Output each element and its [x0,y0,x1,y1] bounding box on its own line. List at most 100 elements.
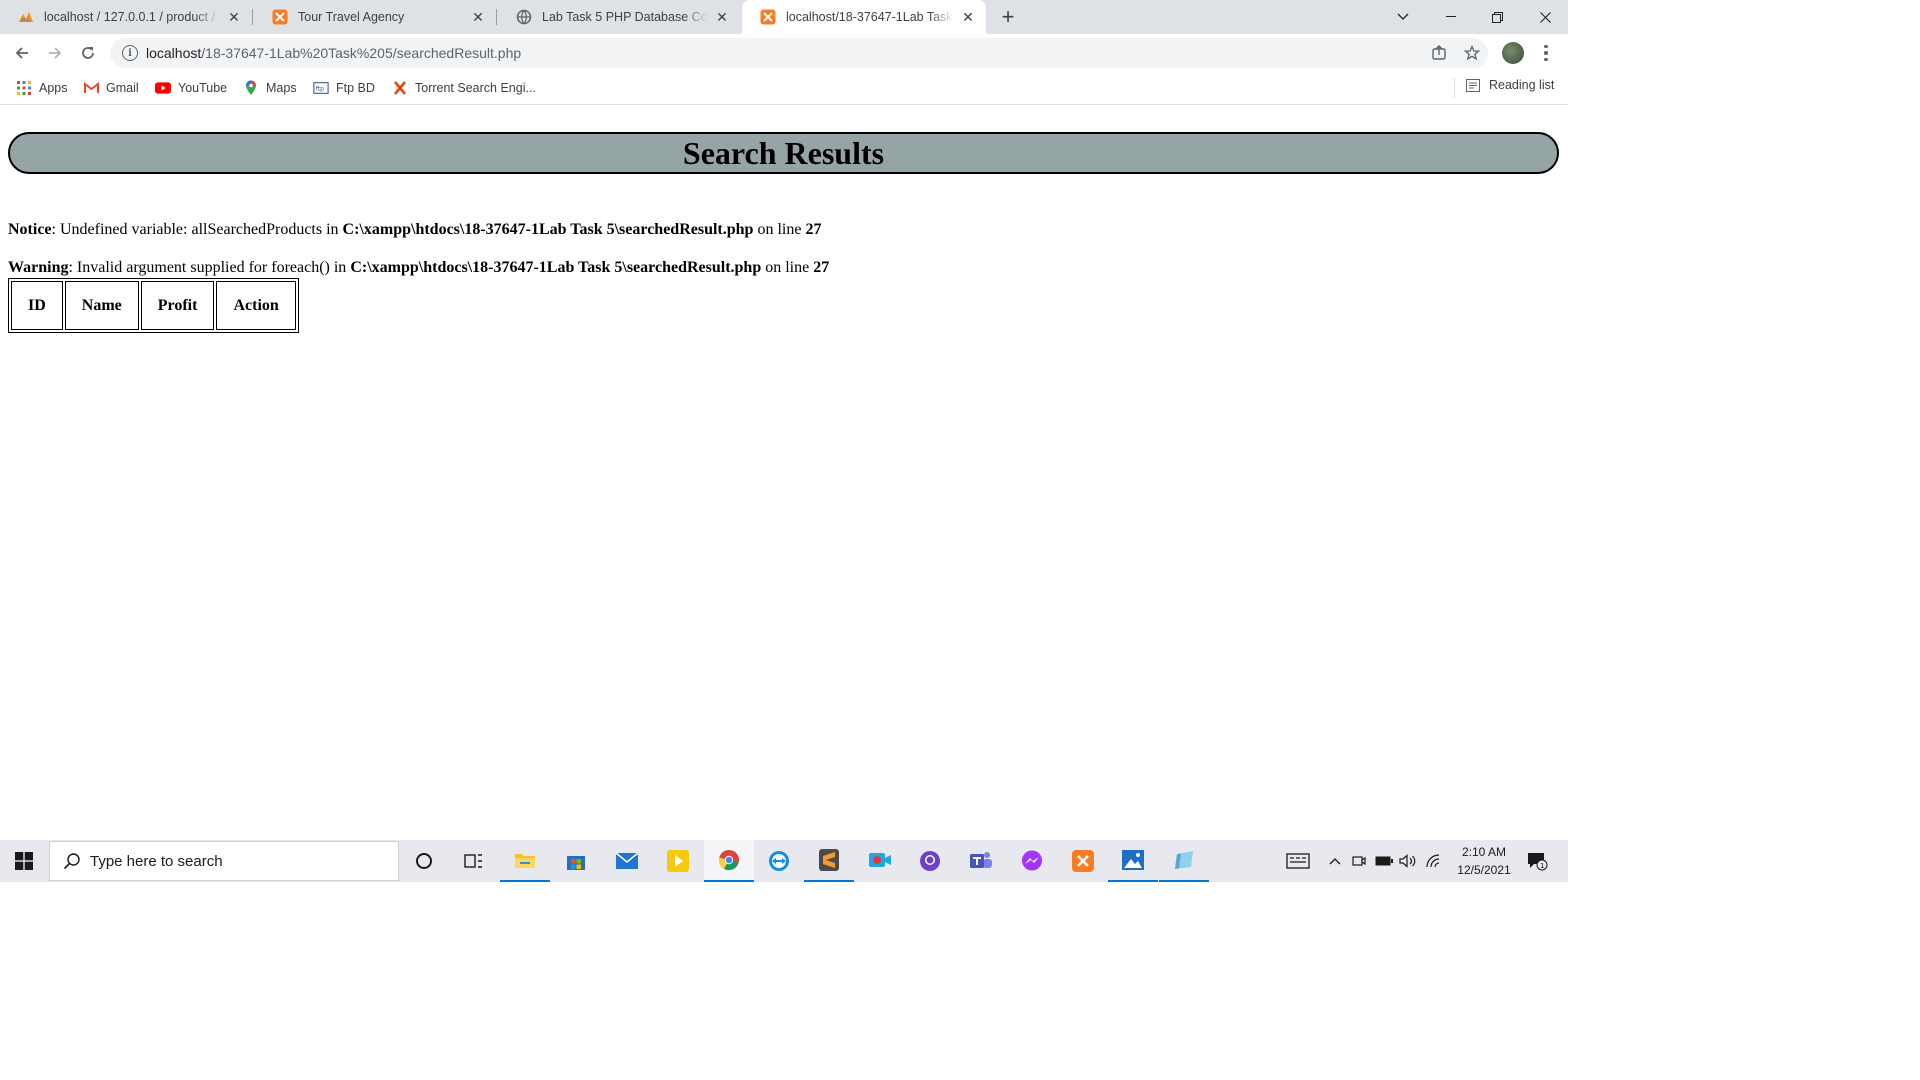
clock-time: 2:10 AM [1461,845,1507,859]
tab-lab-task[interactable]: Lab Task 5 PHP Database Connec ✕ [498,0,740,34]
site-info-icon[interactable]: i [122,45,138,61]
svg-text:ftp: ftp [316,86,325,93]
column-header-id: ID [11,281,63,330]
kmplayer-icon[interactable] [653,840,703,882]
tab-strip: PMA localhost / 127.0.0.1 / product / p … [0,0,1568,34]
bookmark-youtube[interactable]: YouTube [155,78,227,98]
column-header-profit: Profit [140,281,215,330]
maps-pin-icon [243,80,259,96]
reading-list-label: Reading list [1489,78,1555,92]
notice-line-text: on line [753,221,806,238]
start-button[interactable] [0,840,48,882]
notice-text: : Undefined variable: allSearchedProduct… [51,221,343,238]
ftp-icon: ftp [313,80,329,96]
new-tab-button[interactable]: + [996,4,1020,29]
restore-button[interactable] [1474,0,1520,34]
xampp-icon[interactable] [1058,840,1108,882]
url-host: localhost [146,45,202,61]
taskbar-search-input[interactable]: Type here to search [49,841,399,881]
tab-search-chevron-icon[interactable] [1380,0,1426,34]
bookmark-star-icon[interactable] [1460,41,1484,65]
xampp-icon [272,9,288,25]
search-placeholder: Type here to search [90,852,223,870]
table-header-row: ID Name Profit Action [11,281,296,330]
page-title: Search Results [682,134,885,171]
tab-searched-result[interactable]: localhost/18-37647-1Lab Task 5/s ✕ [742,0,986,34]
notice-line-number: 27 [805,221,822,238]
youtube-icon [155,80,171,96]
tab-divider [496,9,497,25]
volume-icon[interactable] [1398,840,1418,882]
windows-logo-icon [15,852,33,870]
bookmark-label: Torrent Search Engi... [415,81,536,95]
bookmark-torrent[interactable]: Torrent Search Engi... [392,78,536,98]
tab-tour-travel[interactable]: Tour Travel Agency ✕ [254,0,496,34]
reading-list-icon [1466,78,1480,92]
cortana-icon[interactable] [399,840,449,882]
share-icon[interactable] [1427,41,1451,65]
meet-now-icon[interactable] [1350,840,1368,882]
address-bar[interactable]: i localhost/18-37647-1Lab%20Task%205/sea… [110,38,1488,68]
bookmark-label: Maps [266,81,297,95]
bookmarks-bar: Apps Gmail YouTube Maps ftp Ftp BD Torre… [0,72,1568,105]
chrome-icon[interactable] [704,840,754,882]
windows-taskbar: Type here to search 1 [0,840,1568,882]
wifi-icon[interactable] [1424,840,1444,882]
apps-grid-icon [16,80,32,96]
clock-date: 12/5/2021 [1457,863,1511,877]
close-icon[interactable]: ✕ [226,9,242,25]
bookmark-ftp-bd[interactable]: ftp Ftp BD [313,78,375,98]
notification-center-icon[interactable]: 1 [1522,840,1552,882]
xampp-icon [760,9,776,25]
microsoft-teams-icon[interactable] [956,840,1006,882]
gmail-icon [83,80,99,96]
bookmark-gmail[interactable]: Gmail [83,78,139,98]
warning-file-path: C:\xampp\htdocs\18-37647-1Lab Task 5\sea… [350,259,762,276]
task-view-icon[interactable] [449,840,499,882]
address-url: localhost/18-37647-1Lab%20Task%205/searc… [146,45,521,61]
battery-icon[interactable] [1374,840,1394,882]
bookmark-maps[interactable]: Maps [243,78,297,98]
notepad-icon[interactable] [1159,840,1209,882]
tab-title: localhost/18-37647-1Lab Task 5/s [786,10,954,24]
minimize-button[interactable] [1428,0,1474,34]
close-icon[interactable]: ✕ [470,9,486,25]
svg-text:PMA: PMA [21,18,30,23]
close-icon[interactable]: ✕ [960,9,976,25]
search-results-banner: Search Results [8,132,1559,174]
photos-icon[interactable] [1108,840,1158,882]
bookmarks-divider [1454,78,1455,98]
column-header-action: Action [216,281,296,330]
reading-list-button[interactable]: Reading list [1466,78,1554,92]
browser-menu-icon[interactable] [1536,41,1556,65]
forward-button[interactable] [43,41,67,65]
reload-button[interactable] [76,41,100,65]
bookmark-label: Ftp BD [336,81,375,95]
camera-app-icon[interactable] [855,840,905,882]
github-desktop-icon[interactable] [905,840,955,882]
mail-icon[interactable] [602,840,652,882]
php-warning-message: Warning: Invalid argument supplied for f… [8,259,829,277]
file-explorer-icon[interactable] [500,840,550,882]
taskbar-clock[interactable]: 2:10 AM 12/5/2021 [1446,843,1522,879]
keyboard-input-icon[interactable] [1282,840,1314,882]
notification-count: 1 [1540,862,1544,870]
tab-phpmyadmin[interactable]: PMA localhost / 127.0.0.1 / product / p … [0,0,252,34]
warning-text: : Invalid argument supplied for foreach(… [68,259,351,276]
bookmark-label: Apps [39,81,68,95]
profile-avatar[interactable] [1502,42,1524,64]
close-icon[interactable]: ✕ [714,9,730,25]
tab-title: Tour Travel Agency [298,10,405,24]
close-window-button[interactable] [1522,0,1568,34]
globe-icon [516,9,532,25]
microsoft-store-icon[interactable] [551,840,601,882]
browser-toolbar: i localhost/18-37647-1Lab%20Task%205/sea… [0,34,1568,72]
teamviewer-icon[interactable] [754,840,804,882]
chevron-up-icon[interactable] [1326,840,1344,882]
column-header-name: Name [64,281,139,330]
sublime-text-icon[interactable] [804,840,854,882]
back-button[interactable] [10,41,34,65]
tab-divider [252,9,253,25]
bookmark-apps[interactable]: Apps [16,78,68,98]
messenger-icon[interactable] [1007,840,1057,882]
